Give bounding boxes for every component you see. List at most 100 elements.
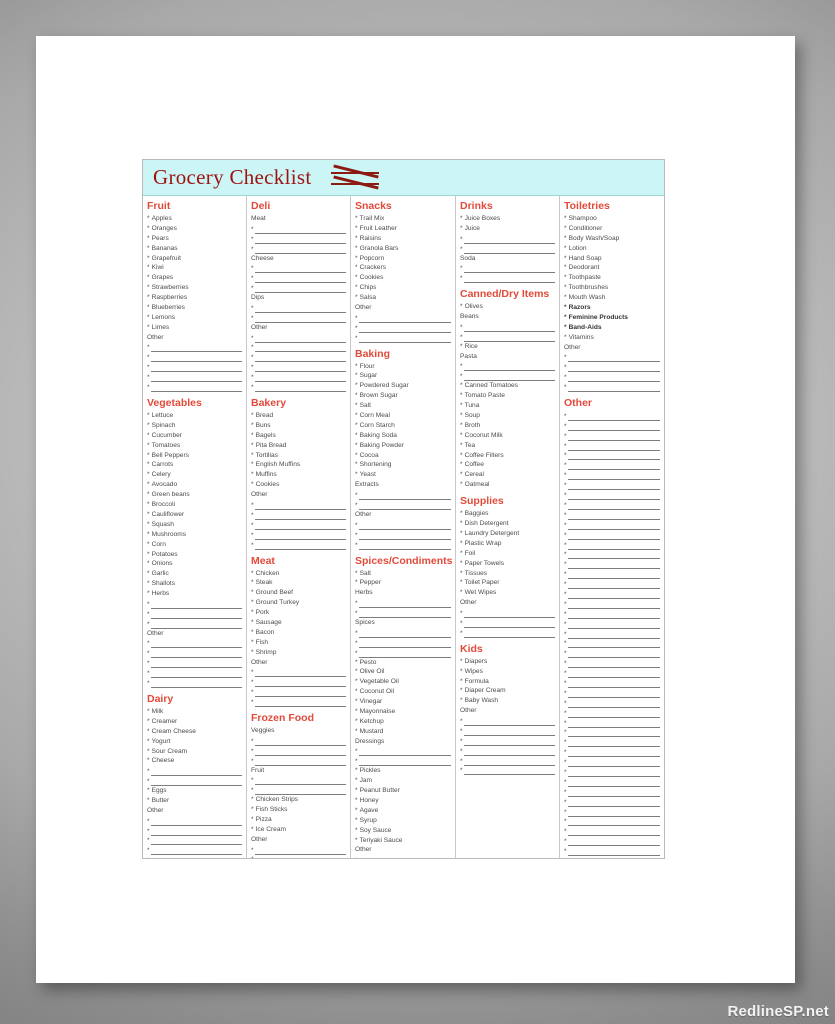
- write-in-line[interactable]: *: [251, 855, 346, 858]
- checklist-item[interactable]: * Cream Cheese: [147, 727, 242, 737]
- checklist-item[interactable]: * Baby Wash: [460, 696, 555, 706]
- checklist-item[interactable]: * Cucumber: [147, 431, 242, 441]
- write-in-line[interactable]: *: [147, 658, 242, 669]
- checklist-item[interactable]: * Rice: [460, 342, 555, 352]
- checklist-item[interactable]: * Grapes: [147, 273, 242, 283]
- write-in-line[interactable]: *: [564, 460, 660, 471]
- write-in-line[interactable]: *: [355, 520, 451, 530]
- checklist-item[interactable]: * Tissues: [460, 569, 555, 579]
- checklist-item[interactable]: * Soy Sauce: [355, 826, 451, 836]
- write-in-line[interactable]: *: [355, 313, 451, 323]
- write-in-line[interactable]: *: [147, 343, 242, 353]
- write-in-line[interactable]: *: [251, 352, 346, 363]
- write-in-line[interactable]: *: [564, 490, 660, 501]
- checklist-item[interactable]: * Vinegar: [355, 697, 451, 707]
- write-in-line[interactable]: *: [251, 303, 346, 313]
- checklist-item[interactable]: * Crackers: [355, 263, 451, 273]
- checklist-item[interactable]: * Coconut Oil: [355, 687, 451, 697]
- checklist-item[interactable]: * Sugar: [355, 371, 451, 381]
- write-in-line[interactable]: *: [147, 362, 242, 373]
- write-in-line[interactable]: *: [460, 322, 555, 332]
- write-in-line[interactable]: *: [251, 845, 346, 855]
- write-in-line[interactable]: *: [251, 263, 346, 274]
- write-in-line[interactable]: *: [460, 618, 555, 628]
- checklist-item[interactable]: * Band-Aids: [564, 323, 660, 333]
- checklist-item[interactable]: * Cookies: [251, 480, 346, 490]
- write-in-line[interactable]: *: [251, 234, 346, 244]
- checklist-item[interactable]: * Pesto: [355, 658, 451, 668]
- checklist-item[interactable]: * Tomatoes: [147, 441, 242, 451]
- checklist-item[interactable]: * Toilet Paper: [460, 578, 555, 588]
- write-in-line[interactable]: *: [460, 244, 555, 254]
- checklist-item[interactable]: * Grapefruit: [147, 254, 242, 264]
- checklist-item[interactable]: * Celery: [147, 470, 242, 480]
- write-in-line[interactable]: *: [355, 608, 451, 618]
- write-in-line[interactable]: *: [355, 598, 451, 609]
- checklist-item[interactable]: * Olive Oil: [355, 667, 451, 677]
- checklist-item[interactable]: * Vegetable Oil: [355, 677, 451, 687]
- write-in-line[interactable]: *: [147, 352, 242, 363]
- write-in-line[interactable]: *: [564, 757, 660, 768]
- write-in-line[interactable]: *: [460, 628, 555, 638]
- write-in-line[interactable]: *: [564, 648, 660, 659]
- checklist-item[interactable]: * Avocado: [147, 480, 242, 490]
- write-in-line[interactable]: *: [564, 836, 660, 847]
- write-in-line[interactable]: *: [355, 648, 451, 658]
- checklist-item[interactable]: * Agave: [355, 806, 451, 816]
- checklist-item[interactable]: * Granola Bars: [355, 244, 451, 254]
- write-in-line[interactable]: *: [147, 609, 242, 619]
- write-in-line[interactable]: *: [460, 746, 555, 756]
- checklist-item[interactable]: * Hand Soap: [564, 254, 660, 264]
- write-in-line[interactable]: *: [147, 639, 242, 649]
- checklist-item[interactable]: * Bananas: [147, 244, 242, 254]
- write-in-line[interactable]: *: [355, 323, 451, 333]
- write-in-line[interactable]: *: [564, 777, 660, 787]
- checklist-item[interactable]: * Canned Tomatoes: [460, 381, 555, 391]
- checklist-item[interactable]: * Herbs: [147, 589, 242, 599]
- write-in-line[interactable]: *: [564, 678, 660, 688]
- write-in-line[interactable]: *: [251, 677, 346, 688]
- checklist-item[interactable]: * Flour: [355, 362, 451, 372]
- write-in-line[interactable]: *: [460, 608, 555, 618]
- checklist-item[interactable]: * Cookies: [355, 273, 451, 283]
- write-in-line[interactable]: *: [564, 856, 660, 858]
- write-in-line[interactable]: *: [564, 569, 660, 580]
- write-in-line[interactable]: *: [251, 736, 346, 746]
- checklist-item[interactable]: * Garlic: [147, 569, 242, 579]
- checklist-item[interactable]: * Feminine Products: [564, 313, 660, 323]
- checklist-item[interactable]: * Chicken: [251, 569, 346, 579]
- checklist-item[interactable]: * Spinach: [147, 421, 242, 431]
- write-in-line[interactable]: *: [460, 716, 555, 726]
- checklist-item[interactable]: * Apples: [147, 214, 242, 224]
- checklist-item[interactable]: * Bagels: [251, 431, 346, 441]
- write-in-line[interactable]: *: [355, 333, 451, 343]
- write-in-line[interactable]: *: [564, 382, 660, 393]
- write-in-line[interactable]: *: [251, 283, 346, 294]
- write-in-line[interactable]: *: [564, 451, 660, 461]
- checklist-item[interactable]: * Paper Towels: [460, 559, 555, 569]
- checklist-item[interactable]: * Buns: [251, 421, 346, 431]
- write-in-line[interactable]: *: [251, 540, 346, 550]
- write-in-line[interactable]: *: [251, 313, 346, 323]
- write-in-line[interactable]: *: [564, 846, 660, 857]
- checklist-item[interactable]: * Strawberries: [147, 283, 242, 293]
- write-in-line[interactable]: *: [564, 639, 660, 649]
- checklist-item[interactable]: * Juice: [460, 224, 555, 234]
- write-in-line[interactable]: *: [460, 726, 555, 736]
- checklist-item[interactable]: * Mayonnaise: [355, 707, 451, 717]
- checklist-item[interactable]: * Milk: [147, 707, 242, 717]
- write-in-line[interactable]: *: [251, 224, 346, 234]
- checklist-item[interactable]: * Oatmeal: [460, 480, 555, 490]
- checklist-item[interactable]: * Conditioner: [564, 224, 660, 234]
- checklist-item[interactable]: * Vitamins: [564, 333, 660, 343]
- write-in-line[interactable]: *: [251, 244, 346, 254]
- write-in-line[interactable]: *: [355, 490, 451, 501]
- checklist-item[interactable]: * Syrup: [355, 816, 451, 826]
- checklist-item[interactable]: * Raspberries: [147, 293, 242, 303]
- checklist-item[interactable]: * Fruit Leather: [355, 224, 451, 234]
- write-in-line[interactable]: *: [564, 362, 660, 373]
- write-in-line[interactable]: *: [251, 500, 346, 510]
- write-in-line[interactable]: *: [251, 746, 346, 756]
- write-in-line[interactable]: *: [355, 530, 451, 540]
- checklist-item[interactable]: * Olives: [460, 302, 555, 312]
